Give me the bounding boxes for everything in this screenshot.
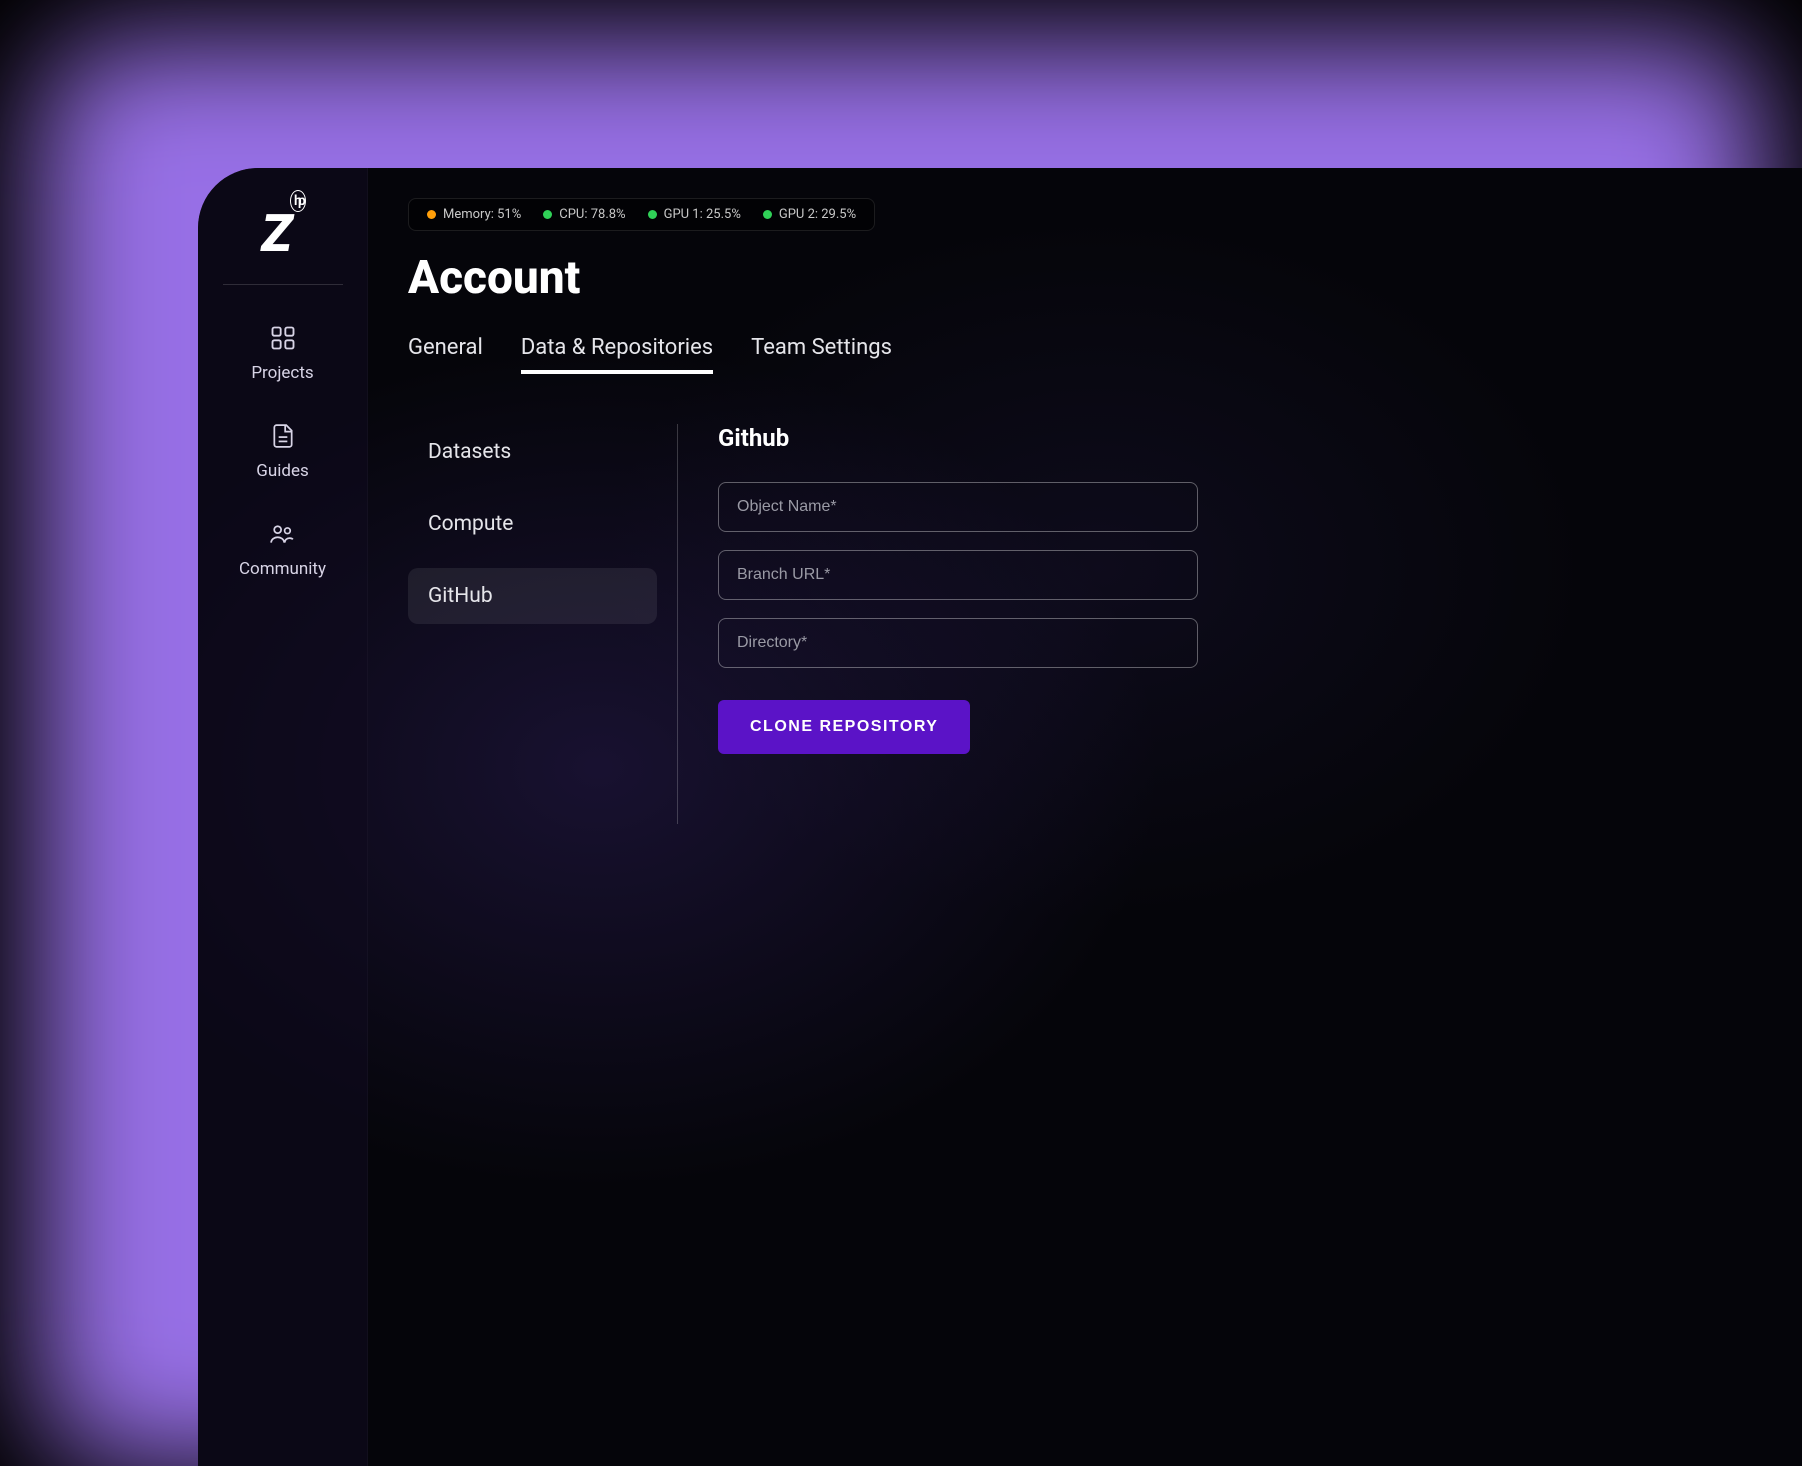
status-label: GPU 2: 29.5% — [779, 207, 856, 222]
sidebar-item-guides[interactable]: Guides — [256, 421, 308, 481]
panel-heading: Github — [718, 424, 1772, 452]
tab-data-repositories[interactable]: Data & Repositories — [521, 335, 713, 374]
status-gpu2: GPU 2: 29.5% — [763, 207, 856, 222]
page-title: Account — [408, 251, 1802, 305]
field-object-name — [718, 482, 1198, 532]
sidebar-item-projects[interactable]: Projects — [251, 323, 313, 383]
brand-logo: Zhp — [223, 208, 343, 285]
field-branch-url — [718, 550, 1198, 600]
status-dot-icon — [543, 210, 552, 219]
status-gpu1: GPU 1: 25.5% — [648, 207, 741, 222]
status-label: CPU: 78.8% — [559, 207, 625, 222]
object-name-input[interactable] — [718, 482, 1198, 532]
content-row: Datasets Compute GitHub Github CLONE REP… — [408, 424, 1802, 824]
logo-badge: hp — [290, 190, 306, 212]
status-cpu: CPU: 78.8% — [543, 207, 625, 222]
document-icon — [268, 421, 298, 451]
sidebar: Zhp Projects G — [198, 168, 368, 1466]
status-label: GPU 1: 25.5% — [664, 207, 741, 222]
grid-icon — [268, 323, 298, 353]
main-content: Memory: 51% CPU: 78.8% GPU 1: 25.5% GPU … — [368, 168, 1802, 1466]
status-memory: Memory: 51% — [427, 207, 521, 222]
subnav-item-datasets[interactable]: Datasets — [408, 424, 657, 480]
tab-team-settings[interactable]: Team Settings — [751, 335, 892, 374]
people-icon — [267, 519, 297, 549]
sidebar-item-label: Projects — [251, 363, 313, 383]
tab-general[interactable]: General — [408, 335, 483, 374]
clone-repository-button[interactable]: CLONE REPOSITORY — [718, 700, 970, 754]
subnav-item-github[interactable]: GitHub — [408, 568, 657, 624]
app-window: Zhp Projects G — [198, 168, 1802, 1466]
status-bar: Memory: 51% CPU: 78.8% GPU 1: 25.5% GPU … — [408, 198, 875, 231]
subnav-item-compute[interactable]: Compute — [408, 496, 657, 552]
directory-input[interactable] — [718, 618, 1198, 668]
sidebar-item-label: Guides — [256, 461, 308, 481]
tabs: General Data & Repositories Team Setting… — [408, 335, 1802, 374]
status-dot-icon — [763, 210, 772, 219]
branch-url-input[interactable] — [718, 550, 1198, 600]
sidebar-item-community[interactable]: Community — [239, 519, 326, 579]
sidebar-item-label: Community — [239, 559, 326, 579]
github-panel: Github CLONE REPOSITORY — [718, 424, 1802, 824]
sub-nav: Datasets Compute GitHub — [408, 424, 678, 824]
logo-text: Z — [261, 203, 288, 264]
status-dot-icon — [648, 210, 657, 219]
field-directory — [718, 618, 1198, 668]
status-label: Memory: 51% — [443, 207, 521, 222]
status-dot-icon — [427, 210, 436, 219]
